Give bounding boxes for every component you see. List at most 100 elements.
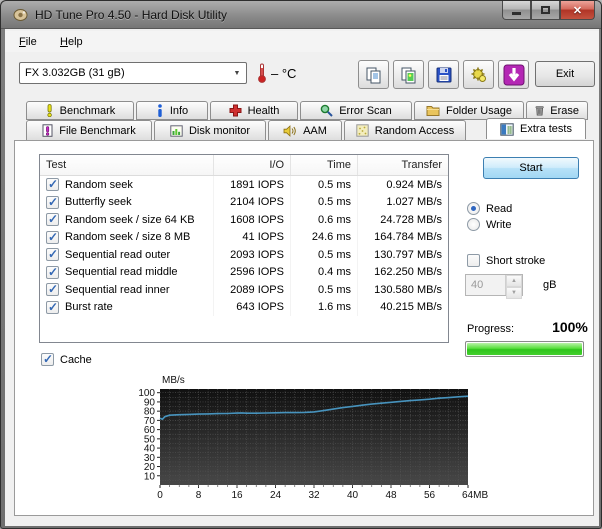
cell-transfer: 0.924 MB/s — [358, 176, 448, 194]
tab-file-benchmark[interactable]: File Benchmark — [26, 120, 152, 141]
tab-label: AAM — [303, 125, 327, 137]
column-header-io[interactable]: I/O — [214, 155, 291, 175]
hard-disk-app-icon — [13, 8, 28, 22]
read-radio[interactable] — [467, 202, 480, 215]
table-row[interactable]: Sequential read outer2093 IOPS0.5 ms130.… — [40, 246, 448, 264]
app-window: HD Tune Pro 4.50 - Hard Disk Utility ✕ F… — [0, 0, 602, 529]
drive-selector-value: FX 3.032GB (31 gB) — [20, 67, 228, 79]
cell-transfer: 1.027 MB/s — [358, 194, 448, 212]
save-button[interactable] — [428, 60, 459, 89]
short-stroke-size-row: 40 ▲ ▼ gB — [465, 274, 589, 296]
test-checkbox[interactable] — [46, 266, 59, 279]
svg-text:MB/s: MB/s — [162, 375, 185, 386]
menu-help[interactable]: Help — [53, 33, 90, 51]
cell-io: 2596 IOPS — [214, 264, 291, 282]
short-stroke-checkbox[interactable] — [467, 254, 480, 267]
progress-bar — [465, 341, 584, 357]
copy-image-icon — [400, 66, 418, 84]
column-header-test[interactable]: Test — [40, 155, 214, 175]
minimize-button[interactable] — [502, 1, 531, 20]
temperature-indicator: – °C — [257, 62, 296, 84]
options-button[interactable] — [463, 60, 494, 89]
write-radio[interactable] — [467, 218, 480, 231]
random-access-icon — [356, 124, 369, 137]
exit-button[interactable]: Exit — [535, 61, 595, 87]
test-checkbox[interactable] — [46, 283, 59, 296]
table-row[interactable]: Random seek / size 8 MB41 IOPS24.6 ms164… — [40, 229, 448, 247]
tab-health[interactable]: Health — [210, 101, 298, 120]
drive-selector-dropdown[interactable]: FX 3.032GB (31 gB) ▼ — [19, 62, 247, 84]
svg-text:24: 24 — [270, 490, 282, 501]
toolbar: FX 3.032GB (31 gB) ▼ – °C — [5, 52, 599, 98]
table-row[interactable]: Random seek1891 IOPS0.5 ms0.924 MB/s — [40, 176, 448, 194]
menu-file[interactable]: File — [12, 33, 44, 51]
tab-extra-tests[interactable]: Extra tests — [486, 118, 586, 139]
size-spinner[interactable]: 40 ▲ ▼ — [465, 274, 523, 296]
tab-aam[interactable]: AAM — [268, 120, 342, 141]
test-checkbox[interactable] — [46, 196, 59, 209]
table-row[interactable]: Random seek / size 64 KB1608 IOPS0.6 ms2… — [40, 211, 448, 229]
table-row[interactable]: Sequential read inner2089 IOPS0.5 ms130.… — [40, 281, 448, 299]
divider — [465, 190, 589, 191]
tab-disk-monitor[interactable]: Disk monitor — [154, 120, 266, 141]
test-checkbox[interactable] — [46, 248, 59, 261]
trash-icon — [535, 104, 544, 117]
column-header-transfer[interactable]: Transfer — [358, 155, 448, 175]
spinner-up-icon[interactable]: ▲ — [506, 275, 522, 287]
cell-time: 24.6 ms — [291, 229, 358, 247]
test-checkbox[interactable] — [46, 301, 59, 314]
cell-io: 2093 IOPS — [214, 246, 291, 264]
tab-label: File Benchmark — [59, 125, 135, 137]
window-title: HD Tune Pro 4.50 - Hard Disk Utility — [35, 8, 227, 22]
svg-text:56: 56 — [424, 490, 436, 501]
cell-transfer: 162.250 MB/s — [358, 264, 448, 282]
test-name: Sequential read inner — [65, 284, 170, 296]
write-radio-option[interactable]: Write — [467, 218, 589, 231]
svg-text:32: 32 — [308, 490, 320, 501]
svg-text:0: 0 — [157, 490, 163, 501]
cache-option[interactable]: Cache — [41, 353, 92, 366]
download-update-button[interactable] — [498, 60, 529, 89]
download-arrow-icon — [503, 64, 525, 86]
table-header: Test I/O Time Transfer — [40, 155, 448, 176]
close-button[interactable]: ✕ — [560, 1, 595, 20]
svg-text:10: 10 — [144, 471, 156, 482]
cache-checkbox[interactable] — [41, 353, 54, 366]
copy-text-button[interactable] — [358, 60, 389, 89]
test-name: Random seek / size 8 MB — [65, 231, 190, 243]
tab-benchmark[interactable]: Benchmark — [26, 101, 134, 120]
column-header-time[interactable]: Time — [291, 155, 358, 175]
tab-info[interactable]: Info — [136, 101, 208, 120]
transfer-rate-chart: 1009080706050403020100816243240485664MBM… — [101, 373, 501, 503]
test-checkbox[interactable] — [46, 213, 59, 226]
test-name: Sequential read middle — [65, 266, 178, 278]
maximize-button[interactable] — [531, 1, 560, 20]
table-row[interactable]: Burst rate643 IOPS1.6 ms40.215 MB/s — [40, 299, 448, 317]
short-stroke-option[interactable]: Short stroke — [467, 254, 589, 267]
svg-text:64MB: 64MB — [462, 490, 488, 501]
spinner-buttons: ▲ ▼ — [505, 275, 522, 295]
table-row[interactable]: Sequential read middle2596 IOPS0.4 ms162… — [40, 264, 448, 282]
write-label: Write — [486, 219, 511, 231]
read-radio-option[interactable]: Read — [467, 202, 589, 215]
spinner-down-icon[interactable]: ▼ — [506, 287, 522, 299]
table-row[interactable]: Butterfly seek2104 IOPS0.5 ms1.027 MB/s — [40, 194, 448, 212]
cell-time: 0.5 ms — [291, 281, 358, 299]
maximize-icon — [541, 6, 550, 14]
start-button[interactable]: Start — [483, 157, 579, 179]
copy-image-button[interactable] — [393, 60, 424, 89]
extra-tests-icon — [500, 123, 514, 136]
options-gear-icon — [470, 66, 488, 84]
test-name: Random seek / size 64 KB — [65, 214, 195, 226]
tab-error-scan[interactable]: Error Scan — [300, 101, 412, 120]
folder-icon — [426, 105, 440, 117]
client-area: File Help FX 3.032GB (31 gB) ▼ – °C — [5, 29, 599, 526]
tab-random-access[interactable]: Random Access — [344, 120, 466, 141]
tab-label: Info — [170, 105, 188, 117]
divider — [465, 307, 589, 308]
cell-test: Random seek / size 8 MB — [40, 229, 214, 247]
tab-row-2: File Benchmark Disk monitor AAM Random A… — [26, 120, 586, 141]
test-checkbox[interactable] — [46, 231, 59, 244]
progress-label: Progress: — [467, 323, 514, 335]
test-checkbox[interactable] — [46, 178, 59, 191]
